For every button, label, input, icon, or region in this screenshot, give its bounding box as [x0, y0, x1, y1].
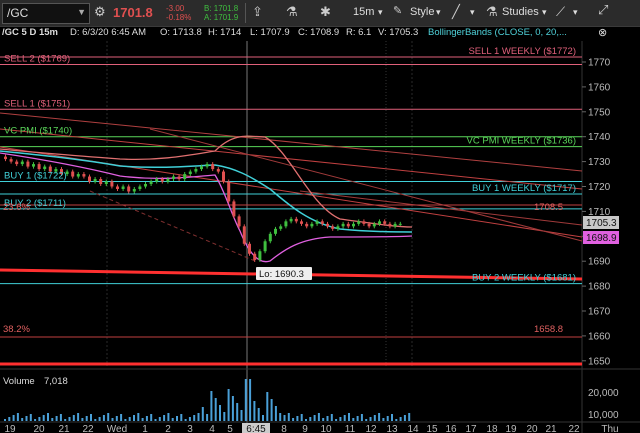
ask-price: A: 1701.9 — [204, 13, 239, 22]
interval-chevron-icon[interactable]: ▾ — [378, 3, 383, 22]
symbol-text: /GC — [7, 6, 29, 20]
fib1-label: 23.6% — [3, 202, 30, 213]
price-tick-12: 1650 — [588, 356, 611, 367]
level-label-2: VC PMI ($1740) — [4, 126, 72, 137]
time-tick-19: 16 — [445, 424, 457, 433]
gear-icon[interactable]: ⚙ — [94, 4, 106, 20]
price-tick-2: 1750 — [588, 107, 611, 118]
time-tick-21: 18 — [486, 424, 498, 433]
volume-axis-top: 20,000 — [588, 388, 619, 399]
price-tick-0: 1770 — [588, 58, 611, 69]
price-tick-5: 1720 — [588, 182, 611, 193]
volume-axis-mid: 10,000 — [588, 410, 619, 421]
chevron-down-icon[interactable]: ▼ — [77, 7, 86, 17]
price-panel[interactable] — [0, 41, 582, 366]
level-label-8: BUY 2 WEEKLY ($1681) — [472, 273, 576, 284]
price-tick-9: 1680 — [588, 282, 611, 293]
close-study-icon[interactable]: ⊗ — [598, 26, 607, 39]
price-tick-3: 1740 — [588, 132, 611, 143]
price-tag-2: 1698.9 — [586, 233, 617, 244]
time-tick-2: 21 — [58, 424, 70, 433]
bar-low: L: 1707.9 — [250, 27, 290, 38]
drawing-chevron-icon[interactable]: ▾ — [470, 3, 475, 22]
time-tick-13: 10 — [320, 424, 332, 433]
price-axis[interactable]: 1770176017501740173017201710170016901680… — [582, 58, 611, 368]
bar-close: C: 1708.9 — [298, 27, 340, 38]
net-change: -3.00 — [166, 4, 185, 13]
price-tick-11: 1660 — [588, 331, 611, 342]
study-label[interactable]: BollingerBands (CLOSE, 0, 20,... — [428, 27, 567, 38]
time-tick-24: 21 — [545, 424, 557, 433]
style-icon[interactable]: ✎ — [393, 4, 402, 17]
time-tick-15: 12 — [365, 424, 377, 433]
percent-change: -0.18% — [166, 13, 192, 22]
time-tick-16: 13 — [386, 424, 398, 433]
volume-label: Volume — [3, 376, 35, 387]
bar-high: H: 1714 — [208, 27, 242, 38]
time-axis[interactable]: 19 20 21 22 Wed 1 2 3 4 5 6:45 8 9 10 11 12 13 14 15 16 17 18… — [4, 423, 619, 433]
time-tick-18: 15 — [426, 424, 438, 433]
settings-icon[interactable]: ✱ — [320, 4, 331, 20]
bar-range: R: 6.1 — [346, 27, 372, 38]
expand-icon[interactable]: ⤢ — [598, 2, 608, 18]
time-tick-0: 19 — [4, 424, 16, 433]
time-tick-7: 3 — [187, 424, 193, 433]
share-icon[interactable]: ⇪ — [252, 4, 263, 20]
time-tick-11: 8 — [281, 424, 287, 433]
symbol-input[interactable]: /GC ▼ — [2, 3, 90, 24]
time-tick-23: 20 — [526, 424, 538, 433]
bid-price: B: 1701.8 — [204, 4, 239, 13]
level-label-0: SELL 2 ($1769) — [4, 53, 70, 64]
pattern-chevron-icon[interactable]: ▾ — [573, 3, 578, 22]
time-tick-10: 6:45 — [246, 424, 266, 433]
pattern-icon[interactable]: ⟋ — [556, 4, 565, 20]
price-tick-8: 1690 — [588, 257, 611, 268]
drawing-line-icon[interactable]: ╱ — [452, 4, 460, 20]
time-tick-26: Thu — [601, 424, 618, 433]
time-tick-5: 1 — [142, 424, 148, 433]
time-tick-14: 11 — [345, 424, 356, 433]
chart-title: /GC 5 D 15m — [2, 27, 58, 38]
level-label-7: BUY 1 WEEKLY ($1717) — [472, 183, 576, 194]
time-tick-3: 22 — [82, 424, 94, 433]
interval-button[interactable]: 15m — [353, 3, 374, 22]
info-bar: /GC 5 D 15m D: 6/3/20 6:45 AM O: 1713.8 … — [0, 27, 640, 41]
time-tick-6: 2 — [165, 424, 171, 433]
bar-open: O: 1713.8 — [160, 27, 202, 38]
level-label-1: SELL 1 ($1751) — [4, 98, 70, 109]
price-tick-1: 1760 — [588, 82, 611, 93]
time-tick-20: 17 — [465, 424, 477, 433]
flask-icon[interactable]: ⚗ — [286, 4, 298, 20]
price-tick-4: 1730 — [588, 157, 611, 168]
time-tick-12: 9 — [302, 424, 308, 433]
level-label-3: BUY 1 ($1722) — [4, 171, 67, 182]
toolbar: /GC ▼ ⚙ 1701.8 -3.00 -0.18% B: 1701.8 A:… — [0, 0, 640, 27]
level-label-6: VC PMI WEEKLY ($1736) — [467, 136, 576, 147]
studies-button[interactable]: Studies — [502, 3, 539, 22]
fib2-label: 38.2% — [3, 324, 30, 335]
time-tick-9: 5 — [227, 424, 233, 433]
time-tick-17: 14 — [407, 424, 419, 433]
fib2-price: 1658.8 — [534, 324, 563, 335]
time-tick-4: Wed — [107, 424, 127, 433]
price-tick-10: 1670 — [588, 307, 611, 318]
style-button[interactable]: Style — [410, 3, 434, 22]
level-label-5: SELL 1 WEEKLY ($1772) — [468, 46, 576, 57]
time-tick-22: 19 — [505, 424, 517, 433]
price-chart[interactable]: SELL 2 ($1769) SELL 1 ($1751) VC PMI ($174… — [0, 41, 640, 433]
last-price: 1701.8 — [113, 5, 153, 20]
time-tick-8: 4 — [209, 424, 215, 433]
bar-date: D: 6/3/20 6:45 AM — [70, 27, 147, 38]
low-label: Lo: 1690.3 — [259, 269, 304, 280]
price-tag-1: 1705.3 — [586, 218, 617, 229]
bar-value: V: 1705.3 — [378, 27, 419, 38]
time-tick-1: 20 — [33, 424, 45, 433]
fib1-price: 1708.5 — [534, 202, 563, 213]
time-tick-25: 22 — [568, 424, 580, 433]
volume-value: 7,018 — [44, 376, 68, 387]
style-chevron-icon[interactable]: ▾ — [436, 3, 441, 22]
studies-chevron-icon[interactable]: ▾ — [542, 3, 547, 22]
studies-flask-icon[interactable]: ⚗ — [486, 4, 498, 20]
